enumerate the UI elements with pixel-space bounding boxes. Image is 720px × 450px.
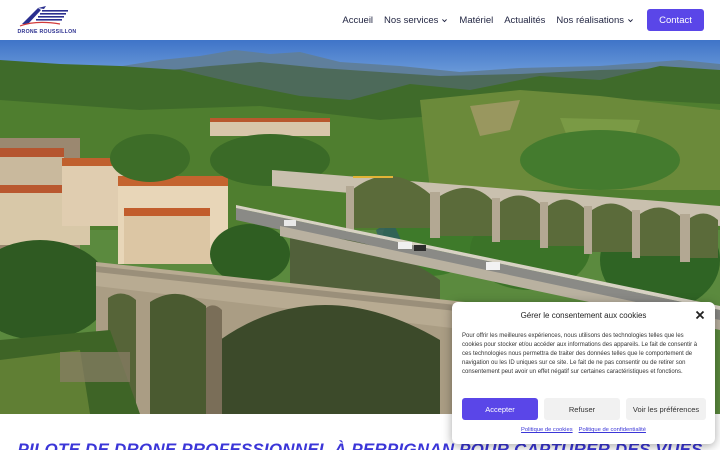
nav-item-label: Accueil: [342, 14, 374, 26]
logo-text: DRONE ROUSSILLON: [17, 29, 77, 35]
accept-button[interactable]: Accepter: [462, 398, 539, 420]
refuse-button[interactable]: Refuser: [544, 398, 621, 420]
chevron-down-icon: [442, 18, 448, 22]
chevron-down-icon: [628, 18, 633, 22]
nav-item-label: Actualités: [504, 14, 546, 26]
nav-item-label: Nos services: [384, 14, 439, 26]
cookie-dialog-text: Pour offrir les meilleures expériences, …: [462, 333, 698, 375]
nav-item-nos-services[interactable]: Nos services: [384, 15, 448, 26]
main-nav: Accueil Nos services Matériel Actualités…: [342, 0, 634, 40]
site-logo[interactable]: DRONE ROUSSILLON: [16, 4, 78, 36]
drone-logo-icon: [19, 6, 68, 27]
cookie-consent-dialog: Gérer le consentement aux cookies Pour o…: [452, 302, 715, 444]
nav-item-materiel[interactable]: Matériel: [459, 15, 493, 26]
nav-item-label: Nos réalisations: [556, 14, 624, 26]
cookie-policy-link[interactable]: Politique de cookies: [521, 427, 573, 433]
cookie-policy-links: Politique de cookies Politique de confid…: [452, 427, 715, 433]
cookie-dialog-title: Gérer le consentement aux cookies: [520, 311, 647, 320]
privacy-policy-link[interactable]: Politique de confidentialité: [579, 427, 646, 433]
contact-button[interactable]: Contact: [647, 9, 704, 31]
site-header: DRONE ROUSSILLON Accueil Nos services Ma…: [0, 0, 720, 40]
nav-item-nos-realisations[interactable]: Nos réalisations: [556, 15, 634, 26]
nav-item-actualites[interactable]: Actualités: [504, 15, 545, 26]
cookie-button-row: Accepter Refuser Voir les préférences: [462, 398, 706, 420]
view-preferences-button[interactable]: Voir les préférences: [626, 398, 706, 420]
nav-item-accueil[interactable]: Accueil: [342, 15, 373, 26]
nav-item-label: Matériel: [459, 14, 494, 26]
close-icon[interactable]: [695, 310, 705, 320]
